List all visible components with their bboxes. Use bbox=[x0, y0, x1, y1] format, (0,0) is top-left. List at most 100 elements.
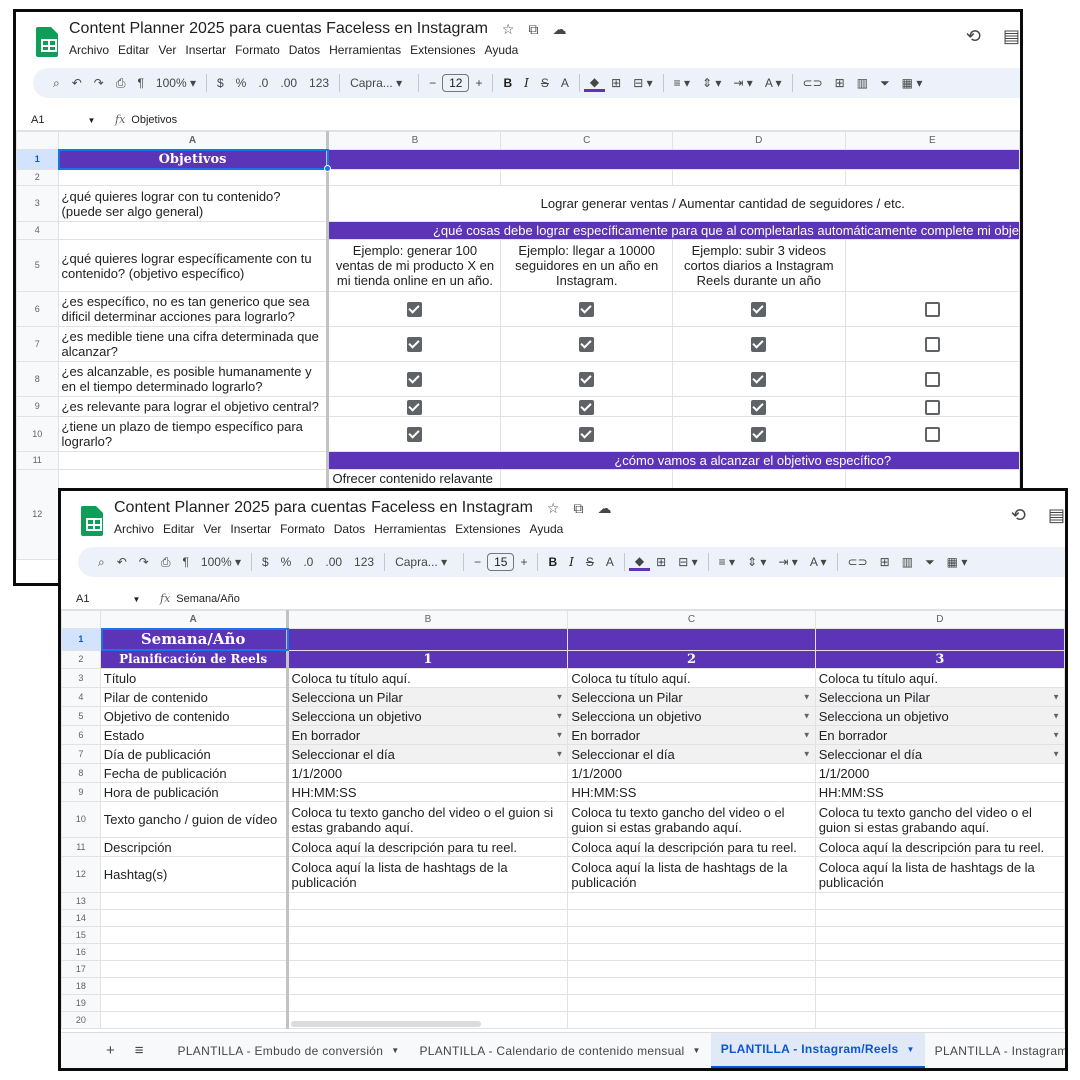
redo-icon[interactable]: ↷ bbox=[88, 76, 110, 90]
menu-insertar[interactable]: Insertar bbox=[230, 522, 271, 536]
banner-specific-actions[interactable]: ¿qué cosas debe lograr específicamente p… bbox=[327, 221, 1020, 240]
description-field-cell[interactable]: Coloca aquí la descripción para tu reel. bbox=[286, 837, 569, 857]
semana-title-cell[interactable]: Semana/Año bbox=[99, 628, 289, 651]
title-field-cell[interactable]: Coloca tu título aquí. bbox=[286, 668, 569, 688]
italic-button[interactable]: I bbox=[563, 555, 580, 569]
dropdown-arrow-icon[interactable]: ▼ bbox=[1052, 690, 1060, 705]
row-header[interactable]: 7 bbox=[16, 326, 59, 362]
goal-answer-cell[interactable]: Lograr generar ventas / Aumentar cantida… bbox=[327, 185, 1020, 222]
time-field-cell[interactable]: HH:MM:SS bbox=[286, 782, 569, 802]
pillar-dropdown[interactable]: Selecciona un Pilar ▼ bbox=[567, 687, 816, 707]
filter-icon[interactable]: ⏷ bbox=[874, 76, 896, 91]
cell[interactable] bbox=[286, 960, 569, 978]
number-format-button[interactable]: 123 bbox=[348, 555, 380, 569]
status-dropdown[interactable]: En borrador ▼ bbox=[567, 725, 816, 745]
comments-icon[interactable]: ▤ bbox=[1048, 505, 1065, 526]
row-header[interactable]: 17 bbox=[61, 960, 101, 978]
checked-checkbox[interactable] bbox=[407, 372, 423, 388]
row-header[interactable]: 6 bbox=[16, 291, 59, 327]
unchecked-checkbox[interactable] bbox=[924, 399, 940, 415]
checked-checkbox[interactable] bbox=[407, 399, 423, 415]
sheet-tab-calendario[interactable]: PLANTILLA - Calendario de contenido mens… bbox=[409, 1033, 710, 1069]
unchecked-checkbox[interactable] bbox=[924, 337, 940, 353]
font-size-increase-button[interactable]: + bbox=[469, 76, 488, 90]
filter-views-icon[interactable]: ▦ ▾ bbox=[941, 555, 974, 569]
checked-checkbox[interactable] bbox=[751, 337, 767, 353]
checked-checkbox[interactable] bbox=[751, 302, 767, 318]
redo-icon[interactable]: ↷ bbox=[133, 555, 155, 569]
cell[interactable] bbox=[814, 926, 1065, 944]
dropdown-arrow-icon[interactable]: ▼ bbox=[555, 728, 563, 743]
cell[interactable] bbox=[814, 977, 1065, 995]
cell[interactable] bbox=[814, 960, 1065, 978]
row-header[interactable]: 7 bbox=[61, 744, 101, 764]
font-size-decrease-button[interactable]: − bbox=[423, 76, 442, 90]
font-size-input[interactable]: 15 bbox=[487, 553, 515, 571]
checked-checkbox[interactable] bbox=[579, 337, 595, 353]
row-header[interactable]: 3 bbox=[61, 668, 101, 688]
column-header-a[interactable]: A bbox=[57, 131, 330, 150]
row-header[interactable]: 4 bbox=[61, 687, 101, 707]
history-icon[interactable]: ⟲ bbox=[1011, 505, 1026, 526]
menu-editar[interactable]: Editar bbox=[163, 522, 194, 536]
row-header[interactable]: 12 bbox=[16, 469, 59, 560]
row-header[interactable]: 11 bbox=[16, 451, 59, 470]
dropdown-arrow-icon[interactable]: ▼ bbox=[803, 747, 811, 762]
checked-checkbox[interactable] bbox=[579, 399, 595, 415]
banner-how-to-reach[interactable]: ¿cómo vamos a alcanzar el objetivo espec… bbox=[327, 451, 1020, 470]
column-header-c[interactable]: C bbox=[500, 131, 674, 150]
purple-header-cell[interactable] bbox=[814, 628, 1065, 651]
row-header[interactable]: 2 bbox=[61, 650, 101, 669]
title-field-cell[interactable]: Coloca tu título aquí. bbox=[814, 668, 1065, 688]
chart-icon[interactable]: ▥ bbox=[896, 555, 919, 569]
row-header[interactable]: 1 bbox=[16, 149, 59, 170]
link-icon[interactable]: ⊂⊃ bbox=[842, 555, 874, 569]
dropdown-arrow-icon[interactable]: ▼ bbox=[1052, 709, 1060, 724]
cell[interactable] bbox=[567, 892, 816, 910]
wrap-icon[interactable]: ⇥ ▾ bbox=[772, 555, 803, 569]
cell[interactable] bbox=[814, 994, 1065, 1012]
wrap-icon[interactable]: ⇥ ▾ bbox=[727, 76, 758, 90]
cell[interactable] bbox=[286, 926, 569, 944]
title-field-cell[interactable]: Coloca tu título aquí. bbox=[567, 668, 816, 688]
fill-color-icon[interactable]: ◆ bbox=[628, 554, 651, 571]
cell[interactable] bbox=[567, 909, 816, 927]
cell[interactable] bbox=[99, 1011, 289, 1029]
column-header-b[interactable]: B bbox=[327, 131, 502, 150]
chevron-down-icon[interactable]: ▼ bbox=[133, 595, 141, 604]
row-header[interactable]: 11 bbox=[61, 837, 101, 857]
doc-title[interactable]: Content Planner 2025 para cuentas Facele… bbox=[114, 499, 533, 517]
time-field-cell[interactable]: HH:MM:SS bbox=[567, 782, 816, 802]
cell[interactable] bbox=[286, 909, 569, 927]
cloud-status-icon[interactable]: ☁ bbox=[552, 21, 566, 38]
rotate-icon[interactable]: A ▾ bbox=[804, 555, 833, 569]
row-header[interactable]: 9 bbox=[16, 396, 59, 417]
cell[interactable] bbox=[814, 943, 1065, 961]
font-size-increase-button[interactable]: + bbox=[514, 555, 533, 569]
checked-checkbox[interactable] bbox=[579, 372, 595, 388]
chevron-down-icon[interactable]: ▼ bbox=[88, 116, 96, 125]
menu-archivo[interactable]: Archivo bbox=[69, 43, 109, 57]
checked-checkbox[interactable] bbox=[579, 302, 595, 318]
align-icon[interactable]: ≡ ▾ bbox=[668, 76, 696, 90]
dropdown-arrow-icon[interactable]: ▼ bbox=[803, 709, 811, 724]
number-format-button[interactable]: 123 bbox=[303, 76, 335, 90]
percent-button[interactable]: % bbox=[275, 555, 298, 569]
row-header[interactable]: 5 bbox=[61, 706, 101, 726]
unchecked-checkbox[interactable] bbox=[924, 427, 940, 443]
purple-header-cell[interactable] bbox=[327, 149, 1020, 170]
menu-herramientas[interactable]: Herramientas bbox=[329, 43, 401, 57]
star-icon[interactable]: ☆ bbox=[547, 500, 560, 517]
objective-dropdown[interactable]: Selecciona un objetivo ▼ bbox=[567, 706, 816, 726]
description-field-cell[interactable]: Coloca aquí la descripción para tu reel. bbox=[567, 837, 816, 857]
dropdown-arrow-icon[interactable]: ▼ bbox=[1052, 728, 1060, 743]
menu-archivo[interactable]: Archivo bbox=[114, 522, 154, 536]
row-header[interactable]: 20 bbox=[61, 1011, 101, 1029]
italic-button[interactable]: I bbox=[518, 76, 535, 90]
strikethrough-button[interactable]: S bbox=[535, 76, 555, 90]
dropdown-arrow-icon[interactable]: ▼ bbox=[803, 728, 811, 743]
cell[interactable] bbox=[57, 221, 330, 240]
add-sheet-icon[interactable]: + bbox=[106, 1042, 115, 1059]
example-cell[interactable]: Ejemplo: llegar a 10000 seguidores en un… bbox=[500, 239, 674, 292]
unchecked-checkbox[interactable] bbox=[924, 302, 940, 318]
